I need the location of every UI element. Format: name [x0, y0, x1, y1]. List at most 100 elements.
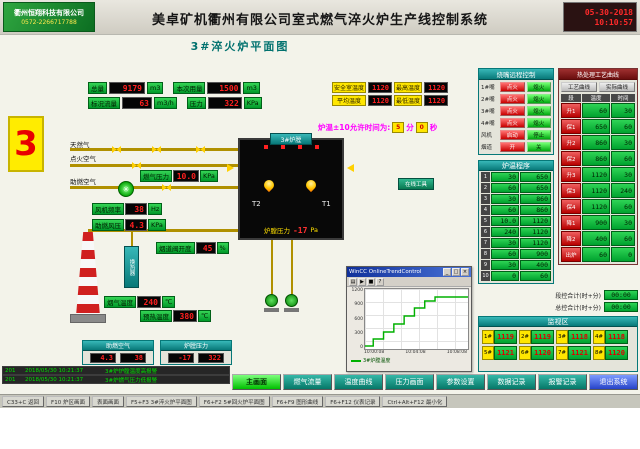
nav-main-screen-button[interactable]: 主画面	[232, 374, 281, 390]
seg-name: 保2	[561, 151, 581, 166]
screen-subtitle: 3#淬火炉平面图	[60, 38, 420, 54]
avg-temp-label: 平均温度	[332, 95, 366, 106]
program-step-time: 240	[491, 227, 519, 237]
fn-key-button[interactable]: 表面画面	[92, 396, 124, 407]
y-tick: 900	[354, 302, 363, 307]
ignite-button[interactable]: 点火	[500, 118, 525, 128]
extinguish-button[interactable]: 熄火	[527, 118, 552, 128]
online-tool-button[interactable]: 在线工具	[398, 178, 434, 190]
toolbar-play-icon[interactable]: ▶	[358, 278, 366, 286]
window-maximize-button[interactable]: □	[452, 268, 460, 276]
alarm-row[interactable]: 201 2018/05/30 10:21:37 3#炉燃气压力低报警	[2, 375, 230, 384]
ignite-button[interactable]: 点火	[500, 94, 525, 104]
remote-row-label: 风机	[481, 131, 498, 139]
fn-key-button[interactable]: C33+C 返回	[2, 396, 44, 407]
nav-settings-button[interactable]: 参数设置	[436, 374, 485, 390]
program-step-no: 5	[481, 216, 490, 226]
program-step-time: 0	[491, 271, 519, 281]
program-step-temp: 400	[520, 260, 551, 270]
ignite-button[interactable]: 点火	[500, 106, 525, 116]
close-button[interactable]: 关	[527, 142, 552, 152]
nav-pressure-screen-button[interactable]: 压力画面	[385, 374, 434, 390]
combustion-air-label: 助燃空气	[70, 176, 96, 186]
flow-arrow-icon	[347, 164, 354, 172]
tab-actual-curve[interactable]: 实际曲线	[599, 82, 635, 92]
extinguish-button[interactable]: 熄火	[527, 106, 552, 116]
flow-label: 标况流量	[88, 97, 120, 109]
ignition-air-pipe	[70, 164, 238, 167]
nav-bar: 主画面 燃气流量 温度曲线 压力画面 参数设置 数据记录 报警记录 退出系统	[232, 374, 638, 390]
extinguish-button[interactable]: 熄火	[527, 82, 552, 92]
alarm-time: 2018/05/30 10:21:37	[25, 377, 101, 383]
flow-arrow-icon	[227, 164, 234, 172]
window-minimize-button[interactable]: _	[443, 268, 451, 276]
col-seg: 段	[561, 94, 581, 102]
tab-process-curve[interactable]: 工艺曲线	[561, 82, 597, 92]
pump-pipe-left	[271, 240, 273, 294]
chimney-base	[70, 314, 106, 323]
program-step-no: 7	[481, 238, 490, 248]
flue-temp-label: 烟气温度	[104, 296, 136, 308]
nav-exit-button[interactable]: 退出系统	[589, 374, 638, 390]
seg-name: 保1	[561, 119, 581, 134]
seg-time: 30	[611, 167, 635, 182]
seg-name: 升2	[561, 135, 581, 150]
program-step-no: 6	[481, 227, 490, 237]
flow-value: 63	[122, 97, 152, 109]
time-value: 10:10:57	[594, 18, 633, 27]
process-panel-title: 热处理工艺曲线	[559, 69, 637, 80]
monitor-index: 3#	[556, 330, 568, 344]
header-bar: 衢州恒翔科技有限公司 0572-2266717788 美卓矿机衢州有限公司室式燃…	[0, 0, 640, 34]
total-2-value: 00:00	[604, 302, 638, 312]
trend-window-titlebar[interactable]: WinCC OnlineTrendControl _ □ ×	[347, 267, 471, 277]
fn-key-button[interactable]: F5+F3 3#淬火炉平面图	[126, 396, 197, 407]
seg-temp: 860	[582, 135, 610, 150]
scada-main-screen: 衢州恒翔科技有限公司 0572-2266717788 美卓矿机衢州有限公司室式燃…	[0, 0, 640, 449]
toolbar-grid-icon[interactable]: ▤	[349, 278, 357, 286]
page-title: 美卓矿机衢州有限公司室式燃气淬火炉生产线控制系统	[100, 9, 540, 28]
fn-key-button[interactable]: F10 炉区画面	[46, 396, 90, 407]
max-temp-value: 1120	[424, 82, 448, 93]
monitor-value: 1120	[605, 346, 628, 360]
program-step-time: 30	[491, 238, 519, 248]
batch-unit: m3	[243, 82, 259, 94]
extinguish-button[interactable]: 熄火	[527, 94, 552, 104]
nav-alarm-log-button[interactable]: 报警记录	[538, 374, 587, 390]
start-button[interactable]: 启动	[500, 130, 525, 140]
toolbar-stop-icon[interactable]: ■	[367, 278, 375, 286]
stop-button[interactable]: 停止	[527, 130, 552, 140]
remote-row-label: 4#嘴	[481, 119, 498, 127]
thermocouple-t2-label: T2	[252, 200, 261, 208]
function-key-bar: C33+C 返回 F10 炉区画面 表面画面 F5+F3 3#淬火炉平面图 F6…	[0, 394, 640, 408]
monitor-panel-title: 监视区	[479, 317, 637, 327]
window-close-button[interactable]: ×	[461, 268, 469, 276]
seg-time: 60	[611, 151, 635, 166]
alarm-row[interactable]: 201 2018/05/30 10:21:37 3#炉炉膛温度高报警	[2, 366, 230, 375]
seg-temp: 60	[582, 247, 610, 262]
pressure-unit: KPa	[244, 97, 262, 109]
fn-key-button[interactable]: F6+F9 图形曲线	[272, 396, 324, 407]
remote-row-label: 1#嘴	[481, 83, 498, 91]
alarm-time: 2018/05/30 10:21:37	[25, 368, 101, 374]
datetime-display: 05-30-2018 10:10:57	[563, 2, 637, 32]
holding-value-2: 0	[416, 122, 428, 133]
seg-name: 降2	[561, 231, 581, 246]
program-step-temp: 860	[520, 205, 551, 215]
fn-key-button[interactable]: Ctrl+Alt+F12 最小化	[382, 396, 447, 407]
open-button[interactable]: 开	[500, 142, 525, 152]
fn-key-button[interactable]: F6+F12 仪表记录	[325, 396, 380, 407]
nav-temp-curve-button[interactable]: 温度曲线	[334, 374, 383, 390]
nav-gas-flow-button[interactable]: 燃气流量	[283, 374, 332, 390]
gas-pressure-unit: KPa	[200, 170, 218, 182]
toolbar-help-icon[interactable]: ?	[376, 278, 384, 286]
program-step-no: 1	[481, 172, 490, 182]
ignite-button[interactable]: 点火	[500, 82, 525, 92]
nav-data-log-button[interactable]: 数据记录	[487, 374, 536, 390]
fn-key-button[interactable]: F6+F2 5#回火炉平面图	[199, 396, 270, 407]
chamber-pressure-panel: 炉膛压力 -17 322	[160, 340, 232, 365]
program-step-temp: 60	[520, 271, 551, 281]
max-temp-label: 最高温度	[394, 82, 422, 93]
seg-time: 0	[611, 247, 635, 262]
alarm-list: 201 2018/05/30 10:21:37 3#炉炉膛温度高报警 201 2…	[2, 366, 230, 384]
holding-value-1: 5	[392, 122, 404, 133]
